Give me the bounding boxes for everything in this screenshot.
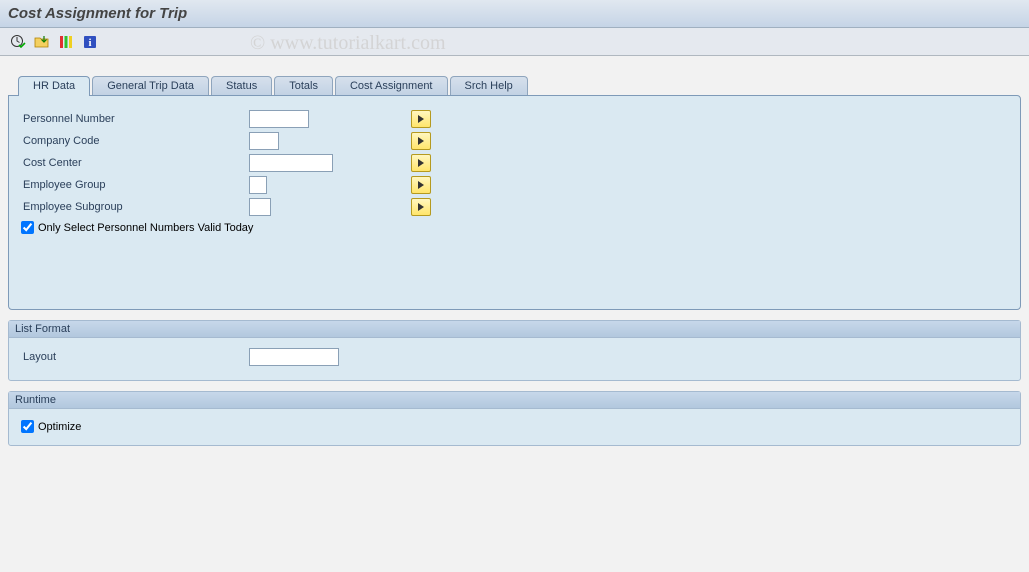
row-employee-subgroup: Employee Subgroup: [19, 196, 1010, 218]
multiple-selection-personnel-number[interactable]: [411, 110, 431, 128]
page-title: Cost Assignment for Trip: [8, 5, 187, 22]
input-employee-group[interactable]: [249, 176, 267, 194]
label-optimize: Optimize: [38, 421, 81, 433]
row-company-code: Company Code: [19, 130, 1010, 152]
svg-text:i: i: [88, 37, 91, 49]
group-list-format: List Format Layout: [8, 320, 1021, 381]
checkbox-optimize[interactable]: [21, 420, 34, 433]
input-personnel-number[interactable]: [249, 110, 309, 128]
multiple-selection-employee-group[interactable]: [411, 176, 431, 194]
tab-status[interactable]: Status: [211, 76, 272, 95]
multiple-selection-company-code[interactable]: [411, 132, 431, 150]
row-employee-group: Employee Group: [19, 174, 1010, 196]
toolbar: i: [0, 28, 1029, 56]
row-only-valid-today: Only Select Personnel Numbers Valid Toda…: [19, 218, 1010, 234]
label-personnel-number: Personnel Number: [19, 113, 249, 125]
row-cost-center: Cost Center: [19, 152, 1010, 174]
row-optimize: Optimize: [19, 417, 1010, 433]
arrow-right-icon: [418, 115, 424, 123]
group-body-runtime: Optimize: [9, 409, 1020, 445]
content-area: HR Data General Trip Data Status Totals …: [0, 56, 1029, 454]
row-personnel-number: Personnel Number: [19, 108, 1010, 130]
tab-container: HR Data General Trip Data Status Totals …: [8, 76, 1021, 310]
label-employee-group: Employee Group: [19, 179, 249, 191]
group-header-list-format: List Format: [9, 321, 1020, 338]
input-employee-subgroup[interactable]: [249, 198, 271, 216]
tab-panel-hr-data: Personnel Number Company Code Cost Cente…: [8, 95, 1021, 310]
group-body-list-format: Layout: [9, 338, 1020, 380]
dynamic-selections-button[interactable]: [56, 32, 76, 52]
label-layout: Layout: [19, 351, 249, 363]
clock-check-icon: [10, 34, 26, 50]
execute-button[interactable]: [8, 32, 28, 52]
info-icon: i: [82, 34, 98, 50]
info-button[interactable]: i: [80, 32, 100, 52]
label-only-valid-today: Only Select Personnel Numbers Valid Toda…: [38, 222, 253, 234]
label-cost-center: Cost Center: [19, 157, 249, 169]
input-company-code[interactable]: [249, 132, 279, 150]
folder-arrow-icon: [34, 34, 50, 50]
tab-strip: HR Data General Trip Data Status Totals …: [18, 76, 1021, 95]
selection-bars-icon: [58, 34, 74, 50]
get-variant-button[interactable]: [32, 32, 52, 52]
checkbox-only-valid-today[interactable]: [21, 221, 34, 234]
group-runtime: Runtime Optimize: [8, 391, 1021, 446]
multiple-selection-cost-center[interactable]: [411, 154, 431, 172]
tab-srch-help[interactable]: Srch Help: [450, 76, 528, 95]
label-employee-subgroup: Employee Subgroup: [19, 201, 249, 213]
tab-general-trip-data[interactable]: General Trip Data: [92, 76, 209, 95]
tab-hr-data[interactable]: HR Data: [18, 76, 90, 96]
row-layout: Layout: [19, 346, 1010, 368]
label-company-code: Company Code: [19, 135, 249, 147]
input-cost-center[interactable]: [249, 154, 333, 172]
input-layout[interactable]: [249, 348, 339, 366]
tab-totals[interactable]: Totals: [274, 76, 333, 95]
tab-cost-assignment[interactable]: Cost Assignment: [335, 76, 448, 95]
arrow-right-icon: [418, 159, 424, 167]
arrow-right-icon: [418, 181, 424, 189]
arrow-right-icon: [418, 203, 424, 211]
title-bar: Cost Assignment for Trip: [0, 0, 1029, 28]
arrow-right-icon: [418, 137, 424, 145]
multiple-selection-employee-subgroup[interactable]: [411, 198, 431, 216]
group-header-runtime: Runtime: [9, 392, 1020, 409]
